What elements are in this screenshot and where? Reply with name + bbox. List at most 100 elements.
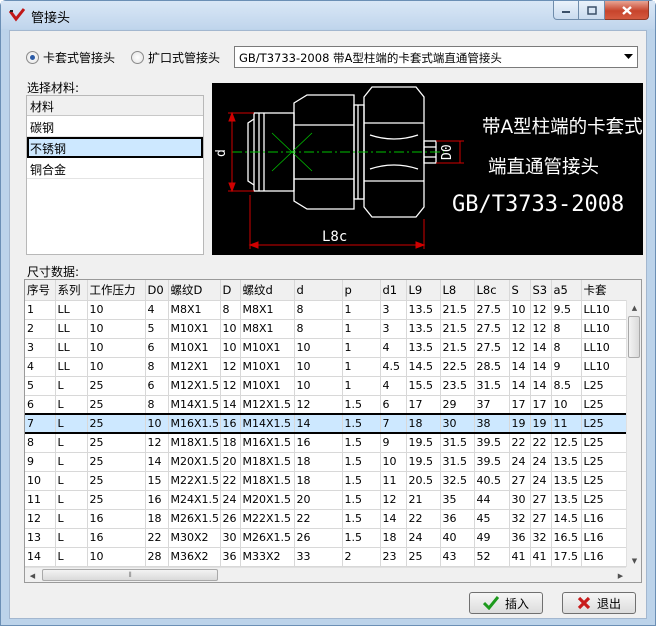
table-cell[interactable]: 18 [220, 433, 241, 453]
table-row[interactable]: 4 LL 10 8 M12X1 12 M10X1 10 1 4.5 14.5 22.5 28.5 14 14… [25, 357, 641, 377]
table-cell[interactable]: L [55, 433, 88, 453]
table-cell[interactable]: 9 [380, 433, 407, 453]
column-header[interactable]: d [294, 280, 343, 301]
insert-button[interactable]: 插入 [469, 592, 543, 614]
table-row[interactable]: 5 L 25 6 M12X1.5 12 M10X1 10 1 4 15.5 23.5 31.5 14 14 8… [25, 376, 641, 396]
table-cell[interactable]: 13.5 [406, 300, 441, 320]
table-row[interactable]: 3 LL 10 6 M10X1 10 M10X1 10 1 4 13.5 21.5 27.5 12 14 8 L… [25, 338, 641, 358]
table-cell[interactable]: L [55, 509, 88, 529]
table-cell[interactable]: M16X1.5 [240, 433, 295, 453]
table-cell[interactable]: 4 [145, 300, 169, 320]
table-cell[interactable]: 26 [220, 509, 241, 529]
table-cell[interactable]: 18 [406, 413, 441, 434]
table-cell[interactable]: 19 [509, 413, 531, 434]
table-cell[interactable]: M14X1.5 [168, 395, 221, 415]
table-cell[interactable]: 24 [530, 471, 552, 491]
table-cell[interactable]: 21.5 [440, 338, 475, 358]
table-cell[interactable]: 12 [25, 509, 56, 529]
table-cell[interactable]: 19 [530, 413, 552, 434]
table-cell[interactable]: 14 [145, 452, 169, 472]
table-cell[interactable]: 25 [87, 471, 146, 491]
table-cell[interactable]: 21 [406, 490, 441, 510]
table-cell[interactable]: 39.5 [474, 433, 510, 453]
table-cell[interactable]: 18 [294, 471, 343, 491]
column-header[interactable]: L8 [440, 280, 475, 301]
table-cell[interactable]: 14 [509, 357, 531, 377]
material-item-carbon-steel[interactable]: 碳钢 [27, 116, 203, 137]
table-cell[interactable]: 17 [509, 395, 531, 415]
table-cell[interactable]: 13.5 [551, 471, 582, 491]
table-cell[interactable]: 14.5 [406, 357, 441, 377]
column-header[interactable]: S3 [530, 280, 552, 301]
table-cell[interactable]: 3 [25, 338, 56, 358]
table-cell[interactable]: 14 [25, 547, 56, 567]
table-row[interactable]: 13 L 16 22 M30X2 30 M26X1.5 26 1.5 18 24 40 49 36 32 16… [25, 528, 641, 548]
table-cell[interactable]: 4.5 [380, 357, 407, 377]
exit-button[interactable]: 退出 [562, 592, 636, 614]
table-cell[interactable]: 6 [145, 376, 169, 396]
table-cell[interactable]: 3 [380, 300, 407, 320]
table-cell[interactable]: M14X1.5 [240, 413, 295, 434]
table-cell[interactable]: 10 [87, 338, 146, 358]
table-cell[interactable]: M20X1.5 [240, 490, 295, 510]
table-cell[interactable]: 14 [220, 395, 241, 415]
table-cell[interactable]: M20X1.5 [168, 452, 221, 472]
column-header[interactable]: D0 [145, 280, 169, 301]
table-cell[interactable]: 10 [294, 357, 343, 377]
column-header[interactable]: d1 [380, 280, 407, 301]
table-cell[interactable]: 2 [342, 547, 381, 567]
table-cell[interactable]: M8X1 [168, 300, 221, 320]
table-cell[interactable]: 16 [220, 413, 241, 434]
table-cell[interactable]: 1.5 [342, 528, 381, 548]
title-bar[interactable]: 管接头 [1, 1, 655, 29]
table-cell[interactable]: 10 [145, 413, 169, 434]
table-cell[interactable]: 1 [342, 376, 381, 396]
table-cell[interactable]: L [55, 452, 88, 472]
table-cell[interactable]: 25 [406, 547, 441, 567]
table-cell[interactable]: 25 [87, 413, 146, 434]
table-cell[interactable]: 44 [474, 490, 510, 510]
table-cell[interactable]: 28 [145, 547, 169, 567]
column-header[interactable]: a5 [551, 280, 582, 301]
table-cell[interactable]: 10 [509, 300, 531, 320]
table-cell[interactable]: 20.5 [406, 471, 441, 491]
table-cell[interactable]: 52 [474, 547, 510, 567]
table-cell[interactable]: 33 [294, 547, 343, 567]
table-cell[interactable]: M18X1.5 [240, 452, 295, 472]
table-cell[interactable]: 8.5 [551, 376, 582, 396]
table-cell[interactable]: 22 [294, 509, 343, 529]
table-cell[interactable]: 25 [87, 452, 146, 472]
table-cell[interactable]: M8X1 [240, 319, 295, 339]
flared-fitting-radio[interactable]: 扩口式管接头 [131, 49, 220, 66]
scroll-up-icon[interactable]: ▲ [627, 300, 641, 315]
table-cell[interactable]: 22 [406, 509, 441, 529]
column-header[interactable]: 序号 [25, 280, 56, 301]
column-header[interactable]: D [220, 280, 241, 301]
table-cell[interactable]: 22 [145, 528, 169, 548]
table-cell[interactable]: 16 [87, 528, 146, 548]
table-cell[interactable]: 15.5 [406, 376, 441, 396]
material-item-copper-alloy[interactable]: 铜合金 [27, 158, 203, 179]
table-cell[interactable]: 17 [530, 395, 552, 415]
table-cell[interactable]: 27.5 [474, 300, 510, 320]
table-row[interactable]: 10 L 25 15 M22X1.5 22 M18X1.5 18 1.5 11 20.5 32.5 40… [25, 471, 641, 491]
table-cell[interactable]: 1.5 [342, 471, 381, 491]
table-cell[interactable]: 10 [87, 300, 146, 320]
table-cell[interactable]: M26X1.5 [168, 509, 221, 529]
table-cell[interactable]: 1.5 [342, 433, 381, 453]
table-cell[interactable]: 25 [87, 376, 146, 396]
table-cell[interactable]: 39.5 [474, 452, 510, 472]
column-header[interactable]: L8c [474, 280, 510, 301]
table-cell[interactable]: 8 [551, 338, 582, 358]
table-cell[interactable]: 27.5 [474, 338, 510, 358]
table-cell[interactable]: 9.5 [551, 300, 582, 320]
table-cell[interactable]: 36 [220, 547, 241, 567]
table-cell[interactable]: 22.5 [440, 357, 475, 377]
table-cell[interactable]: 22 [530, 433, 552, 453]
table-cell[interactable]: 16 [294, 433, 343, 453]
table-cell[interactable]: 31.5 [474, 376, 510, 396]
table-cell[interactable]: 11 [25, 490, 56, 510]
table-row[interactable]: 9 L 25 14 M20X1.5 20 M18X1.5 18 1.5 10 19.5 31.5 39.… [25, 452, 641, 472]
table-cell[interactable]: 1.5 [342, 413, 381, 434]
table-cell[interactable]: LL [55, 357, 88, 377]
